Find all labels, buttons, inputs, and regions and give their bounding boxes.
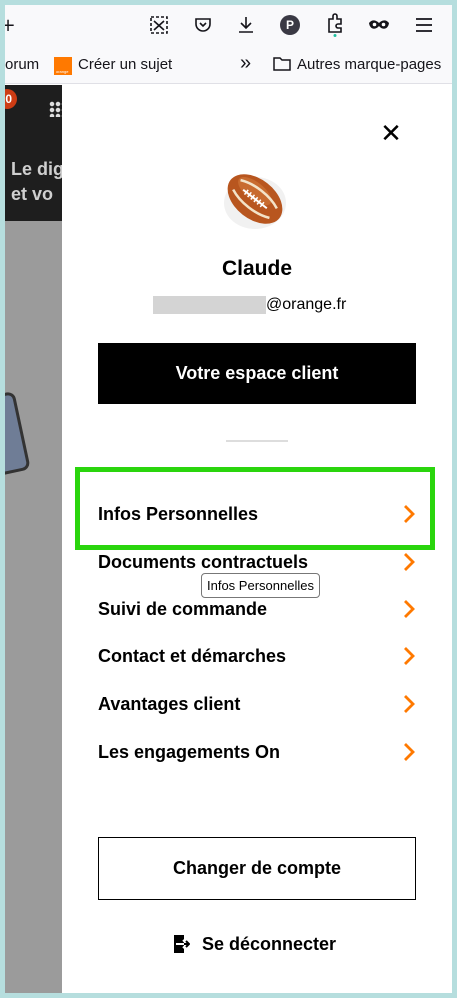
bookmark-creer-sujet[interactable]: Créer un sujet: [78, 56, 172, 73]
pocket-icon[interactable]: [192, 14, 214, 36]
chevron-right-icon: [404, 743, 415, 761]
logout-icon: [174, 935, 190, 953]
chevron-right-icon: [404, 695, 415, 713]
tooltip: Infos Personnelles: [201, 573, 320, 598]
menu-item-infos-personnelles[interactable]: Infos Personnelles: [98, 498, 416, 530]
menu-item-label: Suivi de commande: [98, 598, 268, 619]
chevron-right-icon: [404, 553, 415, 571]
apps-grid-icon: [49, 101, 62, 117]
browser-window: + P orum orange Créer un sujet » Autres …: [5, 5, 452, 993]
download-icon[interactable]: [235, 14, 257, 36]
screenshot-icon[interactable]: [148, 14, 170, 36]
account-menu-panel: ✕ Claude @orange.fr Votre espace client: [62, 85, 452, 993]
plus-icon[interactable]: +: [5, 14, 19, 36]
logout-link[interactable]: Se déconnecter: [172, 930, 336, 958]
chevron-right-icon: [404, 647, 415, 665]
bookmarks-bar: orum orange Créer un sujet » Autres marq…: [5, 46, 452, 84]
device-image: [5, 390, 31, 480]
headline-line-1: Le dig: [11, 159, 62, 179]
menu-item-avantages-client[interactable]: Avantages client: [98, 688, 416, 720]
menu-item-contact-demarches[interactable]: Contact et démarches: [98, 640, 416, 672]
user-email: @orange.fr: [153, 294, 346, 316]
chevron-right-icon: [404, 505, 415, 523]
extensions-icon[interactable]: [324, 13, 346, 37]
bookmark-folder-other[interactable]: Autres marque-pages: [273, 56, 441, 73]
avatar: [220, 163, 290, 235]
folder-icon: [273, 57, 291, 71]
logout-label: Se déconnecter: [202, 933, 337, 954]
background-page-overlay[interactable]: 0 Le dig et vo: [5, 85, 62, 993]
espace-client-button[interactable]: Votre espace client: [98, 343, 416, 404]
menu-item-label: Infos Personnelles: [98, 503, 259, 524]
folder-label: Autres marque-pages: [297, 56, 442, 73]
close-icon[interactable]: ✕: [378, 121, 404, 147]
orange-logo-icon: orange: [54, 57, 72, 75]
menu-item-engagements-on[interactable]: Les engagements On: [98, 736, 416, 768]
orange-logo-text: orange: [56, 69, 69, 74]
private-mask-icon[interactable]: [368, 14, 390, 36]
headline-line-2: et vo: [11, 184, 54, 204]
chevron-right-icon: [404, 600, 415, 618]
football-avatar-icon: [224, 174, 286, 229]
menu-item-label: Les engagements On: [98, 741, 281, 762]
hamburger-menu-icon[interactable]: [413, 14, 435, 36]
bookmarks-overflow-button[interactable]: »: [240, 52, 251, 75]
divider: [226, 440, 288, 442]
browser-toolbar: + P: [5, 5, 452, 46]
bookmark-forum[interactable]: orum: [5, 56, 39, 73]
email-redaction: [153, 296, 266, 314]
email-suffix: @orange.fr: [266, 296, 347, 313]
menu-item-label: Documents contractuels: [98, 551, 309, 572]
switch-account-button[interactable]: Changer de compte: [98, 837, 416, 900]
menu-item-label: Contact et démarches: [98, 645, 287, 666]
profile-letter: P: [285, 18, 294, 32]
menu-item-label: Avantages client: [98, 693, 241, 714]
profile-icon[interactable]: P: [279, 14, 301, 36]
user-name: Claude: [221, 257, 292, 280]
background-headline: Le dig et vo: [11, 157, 62, 207]
